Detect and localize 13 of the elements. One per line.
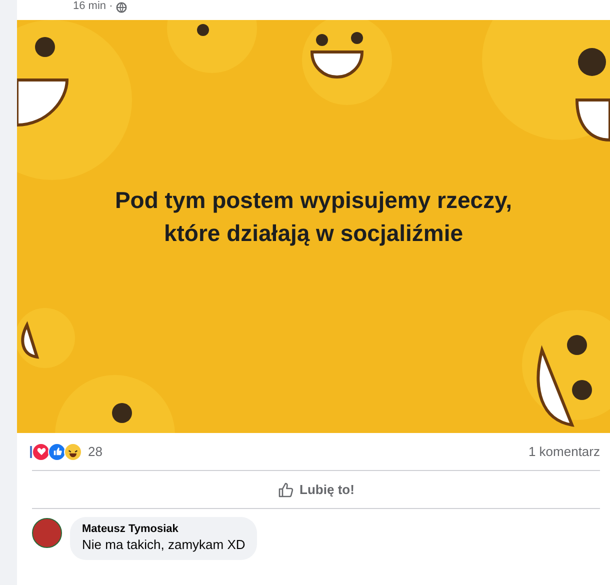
- image-caption: Pod tym postem wypisujemy rzeczy, które działają w socjaliźmie: [114, 186, 514, 248]
- like-reaction-icon[interactable]: [48, 442, 66, 460]
- haha-reaction-icon[interactable]: [64, 442, 82, 460]
- post-time: 16 min ·: [73, 0, 113, 13]
- reaction-count[interactable]: 28: [88, 444, 102, 459]
- globe-icon: [116, 2, 127, 13]
- comment-count-link[interactable]: 1 komentarz: [528, 444, 600, 459]
- thumbs-up-icon: [278, 482, 294, 498]
- comment-text: Nie ma takich, zamykam XD: [82, 537, 246, 552]
- avatar[interactable]: [32, 518, 62, 548]
- comment-author[interactable]: Mateusz Tymosiak: [82, 523, 246, 535]
- like-button[interactable]: Lubię to!: [270, 478, 362, 502]
- love-reaction-icon[interactable]: [32, 442, 50, 460]
